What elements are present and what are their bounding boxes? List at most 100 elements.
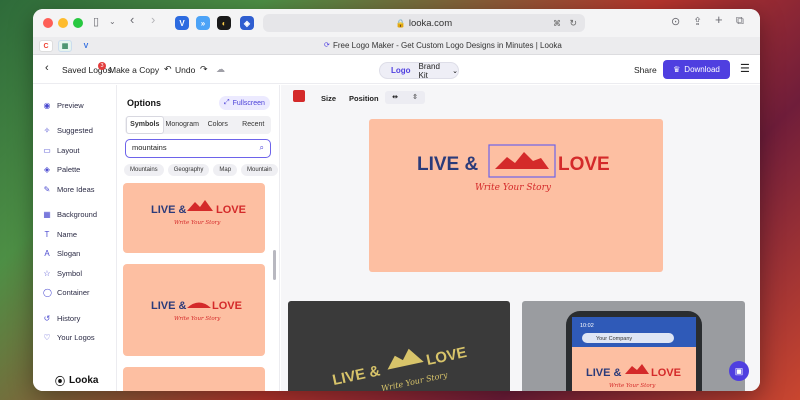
chip-map[interactable]: Map bbox=[213, 164, 238, 176]
sidebar-item-background[interactable]: ▦ Background bbox=[43, 210, 97, 219]
sidebar-item-label: Suggested bbox=[57, 126, 93, 135]
vivaldi-extension-icon[interactable]: V bbox=[175, 16, 189, 30]
chip-mountain[interactable]: Mountain bbox=[241, 164, 278, 176]
translate-icon[interactable]: ⌘ bbox=[553, 19, 561, 28]
logo-name-right: LOVE bbox=[216, 204, 246, 216]
options-title: Options bbox=[127, 98, 161, 108]
sidebar-item-label: Palette bbox=[57, 165, 81, 174]
size-control[interactable]: Size bbox=[321, 94, 336, 103]
undo-icon[interactable]: ↶ bbox=[164, 64, 172, 75]
logo-name-right: LOVE bbox=[212, 300, 242, 312]
logo-name-right: LOVE bbox=[425, 344, 468, 369]
tab-recent[interactable]: Recent bbox=[236, 117, 272, 133]
suggestion-chips: Mountains Geography Map Mountain bbox=[124, 164, 279, 176]
redo-icon[interactable]: ↷ bbox=[200, 64, 208, 75]
wand-icon: ✎ bbox=[43, 184, 51, 194]
sidebar-toggle-icon[interactable]: ▯ bbox=[93, 15, 99, 28]
forward-arrow-icon[interactable]: › bbox=[151, 12, 155, 27]
pinned-tab-v[interactable]: V bbox=[79, 40, 93, 52]
share-icon[interactable]: ⇪ bbox=[693, 15, 702, 28]
sidebar-item-layout[interactable]: ▭ Layout bbox=[43, 146, 79, 155]
looka-logo-icon: ⦿ bbox=[55, 377, 65, 388]
fullscreen-button[interactable]: ⤢ Fullscreen bbox=[219, 96, 270, 110]
logo-main-preview: LIVE & LOVE Write Your Story bbox=[417, 144, 610, 193]
new-tab-icon[interactable]: + bbox=[715, 12, 723, 27]
chevron-down-icon[interactable]: ⌄ bbox=[452, 67, 458, 75]
sidebar-item-symbol[interactable]: ☆ Symbol bbox=[43, 269, 82, 278]
pinned-tab-c[interactable]: C bbox=[39, 40, 53, 52]
sidebar-item-palette[interactable]: ◈ Palette bbox=[43, 165, 80, 174]
back-arrow-icon[interactable]: ‹ bbox=[130, 12, 134, 27]
lock-icon: 🔒 bbox=[395, 18, 406, 28]
sidebar-item-name[interactable]: T Name bbox=[43, 230, 77, 239]
moon-extension-icon[interactable]: ◐ bbox=[217, 16, 231, 30]
tab-colors[interactable]: Colors bbox=[200, 117, 236, 133]
download-button[interactable]: ♛ Download bbox=[663, 60, 730, 79]
crown-icon: ♛ bbox=[673, 65, 681, 74]
align-vertical-icon[interactable]: ⇳ bbox=[405, 91, 425, 104]
undo-button[interactable]: Undo bbox=[175, 65, 195, 75]
browser-window: ▯ ⌄ ‹ › V » ◐ ◈ 🔒 looka.com ⌘ ↻ ⊙ ⇪ + ⧉ … bbox=[33, 9, 760, 391]
sidebar-item-your-logos[interactable]: ♡ Your Logos bbox=[43, 333, 94, 342]
logo-option-card[interactable]: LIVE & LOVE Write Your Story bbox=[123, 264, 265, 356]
fullscreen-label: Fullscreen bbox=[232, 99, 265, 107]
sidebar-item-label: Preview bbox=[57, 101, 84, 110]
downloads-icon[interactable]: ⊙ bbox=[671, 15, 680, 28]
sidebar-item-slogan[interactable]: A Slogan bbox=[43, 249, 80, 258]
sidebar-item-container[interactable]: ◯ Container bbox=[43, 288, 90, 297]
share-button[interactable]: Share bbox=[634, 65, 657, 75]
browser-titlebar: ▯ ⌄ ‹ › V » ◐ ◈ 🔒 looka.com ⌘ ↻ ⊙ ⇪ + ⧉ bbox=[33, 9, 760, 37]
fast-forward-extension-icon[interactable]: » bbox=[196, 16, 210, 30]
shield-extension-icon[interactable]: ◈ bbox=[240, 16, 254, 30]
logo-name-left: LIVE & bbox=[151, 300, 187, 312]
sparkle-icon: ✧ bbox=[43, 125, 51, 135]
phone-mockup[interactable]: 10:02 Your Company LIVE & LOVE Write You… bbox=[522, 301, 745, 391]
gold-foil-logo: LIVE & LOVE Write Your Story bbox=[331, 344, 468, 391]
logo-option-card[interactable] bbox=[123, 367, 265, 391]
minimize-window-button[interactable] bbox=[58, 18, 68, 28]
sidebar-item-label: Container bbox=[57, 288, 90, 297]
logo-segment[interactable]: Logo bbox=[391, 66, 411, 75]
search-icon[interactable]: ⌕ bbox=[260, 140, 264, 156]
back-chevron-icon[interactable]: ‹ bbox=[45, 62, 49, 74]
zoom-window-button[interactable] bbox=[73, 18, 83, 28]
reload-icon[interactable]: ↻ bbox=[569, 18, 577, 29]
tab-symbols[interactable]: Symbols bbox=[126, 116, 164, 134]
address-bar[interactable]: 🔒 looka.com ⌘ ↻ bbox=[263, 14, 585, 32]
container-icon: ◯ bbox=[43, 287, 52, 297]
options-scrollbar[interactable] bbox=[273, 250, 276, 280]
color-swatch[interactable] bbox=[293, 90, 305, 102]
active-tab-title[interactable]: Free Logo Maker - Get Custom Logo Design… bbox=[333, 41, 562, 50]
logo-option-card[interactable]: LIVE & LOVE Write Your Story bbox=[123, 183, 265, 253]
pinned-tab-sheet[interactable]: ▦ bbox=[58, 40, 72, 52]
sidebar-item-label: More Ideas bbox=[57, 185, 95, 194]
sidebar-item-suggested[interactable]: ✧ Suggested bbox=[43, 126, 93, 135]
brand-kit-segment[interactable]: Brand Kit bbox=[419, 62, 450, 80]
view-segmented-control: Logo Brand Kit ⌄ bbox=[379, 62, 459, 80]
logo-name-right: LOVE bbox=[651, 367, 681, 379]
make-copy-button[interactable]: Make a Copy bbox=[109, 65, 159, 75]
business-card-mockup[interactable]: LIVE & LOVE Write Your Story bbox=[288, 301, 510, 391]
alignment-control: ⇹ ⇳ bbox=[385, 91, 425, 104]
tab-overview-icon[interactable]: ⧉ bbox=[736, 15, 744, 28]
hamburger-menu-icon[interactable]: ☰ bbox=[740, 62, 750, 75]
search-input-value: mountains bbox=[132, 143, 167, 152]
tab-monogram[interactable]: Monogram bbox=[165, 117, 201, 133]
position-control[interactable]: Position bbox=[349, 94, 379, 103]
symbol-search-input[interactable]: mountains ⌕ bbox=[125, 139, 271, 158]
sidebar-item-more-ideas[interactable]: ✎ More Ideas bbox=[43, 185, 95, 194]
chip-geography[interactable]: Geography bbox=[167, 164, 210, 176]
chat-support-button[interactable]: ▣ bbox=[729, 361, 749, 381]
close-window-button[interactable] bbox=[43, 18, 53, 28]
sidebar-item-history[interactable]: ↺ History bbox=[43, 314, 81, 323]
chevron-down-icon[interactable]: ⌄ bbox=[109, 17, 116, 26]
align-horizontal-icon[interactable]: ⇹ bbox=[385, 91, 405, 104]
looka-brand: ⦿ Looka bbox=[55, 373, 98, 388]
arc-mountain-symbol-icon bbox=[187, 302, 211, 308]
chip-mountains[interactable]: Mountains bbox=[124, 164, 164, 176]
logo-canvas[interactable]: LIVE & LOVE Write Your Story bbox=[369, 119, 663, 272]
url-text: looka.com bbox=[408, 17, 453, 29]
logo-name-right: LOVE bbox=[558, 154, 610, 175]
eye-icon: ◉ bbox=[43, 100, 51, 110]
sidebar-item-preview[interactable]: ◉ Preview bbox=[43, 101, 84, 110]
